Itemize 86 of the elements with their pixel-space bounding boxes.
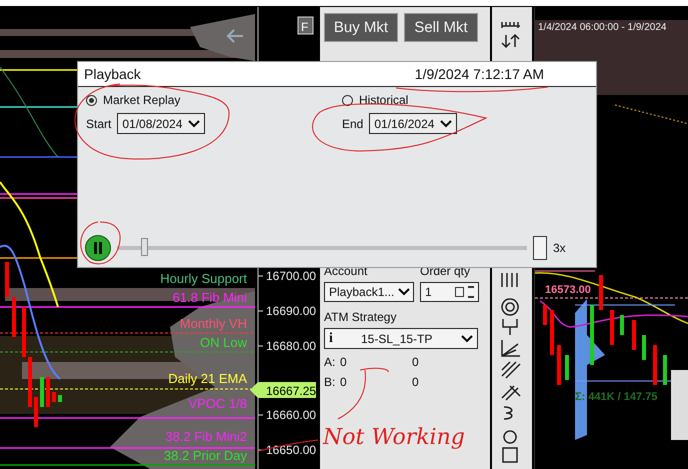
pause-icon xyxy=(93,242,103,254)
radio-button[interactable] xyxy=(342,94,353,106)
field-label: Account xyxy=(324,264,368,278)
row-label: A: xyxy=(324,355,336,369)
dialog-title: Playback xyxy=(84,66,141,82)
candlestick xyxy=(34,397,38,427)
chart-range-text: 1/4/2024 06:00:00 - 1/9/2024 xyxy=(535,20,688,35)
candlestick xyxy=(543,305,547,325)
slider-thumb[interactable] xyxy=(141,238,148,256)
order-button[interactable]: Sell Mkt xyxy=(404,13,478,42)
target-icon[interactable] xyxy=(501,298,519,316)
wave-icon[interactable] xyxy=(504,406,512,420)
candlestick xyxy=(12,297,16,337)
level-label: Daily 21 EMA xyxy=(168,371,247,386)
field-label: End xyxy=(342,116,364,130)
level-label: Hourly Support xyxy=(160,271,247,286)
level-label: ON Low xyxy=(200,335,247,350)
quantity-field[interactable]: 1 xyxy=(420,282,479,302)
vertical-lines-icon[interactable] xyxy=(501,272,518,288)
volume-label: Σ: 441K / 147.75 xyxy=(575,391,658,403)
last-price-marker: 16667.25 xyxy=(250,382,316,398)
order-button[interactable]: Buy Mkt xyxy=(324,13,398,42)
radio-label: Historical xyxy=(359,93,408,107)
price-tick: 16700.00 xyxy=(266,269,316,283)
speed-spinner[interactable] xyxy=(533,236,547,260)
candlestick xyxy=(663,355,667,385)
spinner-icon[interactable] xyxy=(468,286,474,298)
candlestick xyxy=(620,315,624,335)
candlestick xyxy=(599,275,603,310)
back-arrow-icon xyxy=(226,29,244,43)
candlestick xyxy=(22,307,26,357)
f-button[interactable]: F xyxy=(298,16,314,34)
row-label: B: xyxy=(324,375,336,389)
radio-button[interactable] xyxy=(86,94,97,106)
candlestick xyxy=(565,355,569,380)
level-line xyxy=(535,270,596,272)
calculator-icon xyxy=(455,287,464,297)
price-tick: 16650.00 xyxy=(266,443,316,457)
handwritten-note: Not Working xyxy=(323,425,465,450)
field-label: Start xyxy=(86,116,112,130)
row-value: 0 xyxy=(340,355,348,369)
level-label: 61.8 Fib Mini xyxy=(172,290,247,305)
parallel-lines-icon[interactable] xyxy=(501,361,521,379)
candlestick xyxy=(40,377,44,407)
radio-label: Market Replay xyxy=(103,93,180,107)
row-value: 0 xyxy=(412,375,419,389)
candlestick xyxy=(653,345,657,385)
row-value: 0 xyxy=(412,355,419,369)
level-label: VPOC 1/8 xyxy=(188,396,247,411)
level-label: Monthly VH xyxy=(180,316,247,331)
info-icon: i xyxy=(329,330,341,346)
fork-icon[interactable] xyxy=(502,318,518,336)
ruler-icon[interactable] xyxy=(501,21,521,29)
speed-value: 3x xyxy=(553,241,566,255)
row-value: 0 xyxy=(340,375,348,389)
playback-time: 1/9/2024 7:12:17 AM xyxy=(414,66,544,82)
level-label: 38.2 Prior Day xyxy=(164,448,247,463)
candlestick xyxy=(557,345,561,385)
account-dropdown[interactable]: Playback1... xyxy=(324,282,414,302)
price-tick: 16690.00 xyxy=(266,304,316,318)
level-label: 38.2 Fib Mini2 xyxy=(165,429,247,444)
price-label: 16573.00 xyxy=(545,284,591,296)
price-tick: 16660.00 xyxy=(266,408,316,422)
date-dropdown[interactable]: 01/16/2024 xyxy=(369,113,458,134)
price-tick: 16680.00 xyxy=(266,339,316,353)
atm-strategy-dropdown[interactable]: i 15-SL_15-TP xyxy=(324,328,478,349)
candlestick xyxy=(28,357,32,407)
chevron-down-icon xyxy=(398,288,410,296)
square-icon[interactable] xyxy=(502,447,518,463)
pause-button[interactable] xyxy=(85,235,111,261)
arrows-icon[interactable] xyxy=(501,34,520,48)
volume-profile-drawing xyxy=(671,370,688,440)
candlestick xyxy=(46,377,50,407)
fan-icon[interactable] xyxy=(501,339,521,357)
candlestick xyxy=(550,310,554,355)
candlestick xyxy=(632,320,636,350)
candlestick xyxy=(590,305,594,365)
chevron-down-icon xyxy=(440,120,452,128)
field-label: ATM Strategy xyxy=(324,310,398,324)
crossed-lines-icon[interactable] xyxy=(501,385,521,401)
candlestick xyxy=(610,310,614,345)
chevron-down-icon xyxy=(461,334,473,342)
candlestick xyxy=(642,335,646,360)
date-dropdown[interactable]: 01/08/2024 xyxy=(117,113,206,134)
chevron-down-icon xyxy=(188,120,200,128)
candlestick xyxy=(5,262,9,297)
